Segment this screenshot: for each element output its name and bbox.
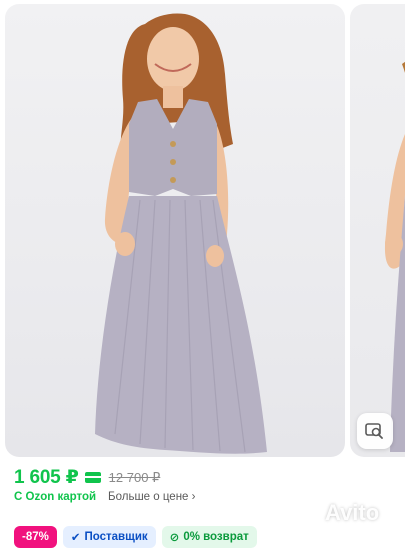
visual-search-button[interactable]	[357, 413, 393, 449]
price-details-row: С Ozon картой Больше о цене ›	[14, 491, 196, 503]
avito-watermark: Avito	[297, 500, 379, 526]
chevron-right-icon: ›	[191, 491, 196, 503]
supplier-badge-label: Поставщик	[84, 531, 148, 543]
return-badge-label: 0% возврат	[183, 531, 249, 543]
avito-logo-icon	[299, 503, 320, 523]
discount-badge: -87%	[14, 526, 57, 548]
check-icon: ✔	[70, 532, 81, 544]
old-price: 12 700 ₽	[108, 469, 161, 485]
ozon-card-label: С Ozon картой	[14, 491, 97, 503]
product-photo[interactable]	[5, 4, 345, 457]
return-badge[interactable]: ⊘ 0% возврат	[161, 526, 257, 548]
price-row: 1 605 ₽ 12 700 ₽	[14, 466, 160, 489]
product-gallery[interactable]	[0, 0, 405, 460]
image-search-icon	[365, 423, 383, 439]
badges-row: -87% ✔ Поставщик ⊘ 0% возврат	[14, 526, 257, 548]
check-circle-icon: ⊘	[169, 532, 180, 544]
product-photo-next[interactable]	[350, 4, 405, 457]
card-icon	[84, 472, 101, 483]
watermark-text: Avito	[325, 500, 380, 525]
supplier-badge[interactable]: ✔ Поставщик	[62, 526, 156, 548]
more-price-link[interactable]: Больше о цене ›	[108, 491, 195, 503]
model-illustration	[95, 13, 267, 454]
current-price: 1 605 ₽	[14, 467, 79, 488]
more-price-label: Больше о цене	[108, 491, 189, 503]
model-illustration-next	[385, 61, 405, 452]
